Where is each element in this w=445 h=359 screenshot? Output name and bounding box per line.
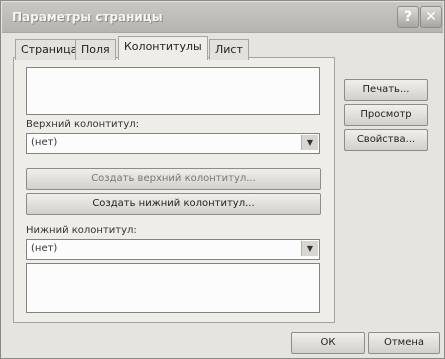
footer-preview [26, 263, 320, 313]
ok-button[interactable]: ОК [291, 332, 365, 354]
title-bar[interactable]: Параметры страницы ? ✕ [2, 2, 443, 33]
dialog-title: Параметры страницы [12, 10, 163, 24]
properties-button[interactable]: Свойства... [344, 129, 428, 151]
tab-headers[interactable]: Колонтитулы [118, 36, 208, 60]
footer-select-value: (нет) [31, 243, 58, 254]
chevron-down-icon[interactable]: ▼ [301, 241, 318, 256]
tab-page[interactable]: Страница [15, 39, 84, 60]
header-select[interactable]: (нет) ▼ [26, 133, 320, 154]
tab-sheet[interactable]: Лист [209, 39, 249, 60]
close-icon[interactable]: ✕ [420, 6, 442, 28]
header-label: Верхний колонтитул: [26, 119, 140, 130]
cancel-button[interactable]: Отмена [368, 332, 440, 354]
header-select-value: (нет) [31, 137, 58, 148]
tab-margins[interactable]: Поля [75, 39, 116, 60]
help-icon[interactable]: ? [397, 6, 419, 28]
create-footer-button[interactable]: Создать нижний колонтитул... [26, 193, 321, 215]
print-button[interactable]: Печать... [344, 79, 428, 101]
chevron-down-icon[interactable]: ▼ [301, 135, 318, 150]
preview-button[interactable]: Просмотр [344, 104, 428, 126]
footer-select[interactable]: (нет) ▼ [26, 239, 320, 260]
page-setup-dialog: Параметры страницы ? ✕ Страница Поля Кол… [0, 0, 445, 359]
footer-label: Нижний колонтитул: [26, 225, 137, 236]
header-preview [26, 67, 320, 115]
create-header-button[interactable]: Создать верхний колонтитул... [26, 168, 321, 190]
